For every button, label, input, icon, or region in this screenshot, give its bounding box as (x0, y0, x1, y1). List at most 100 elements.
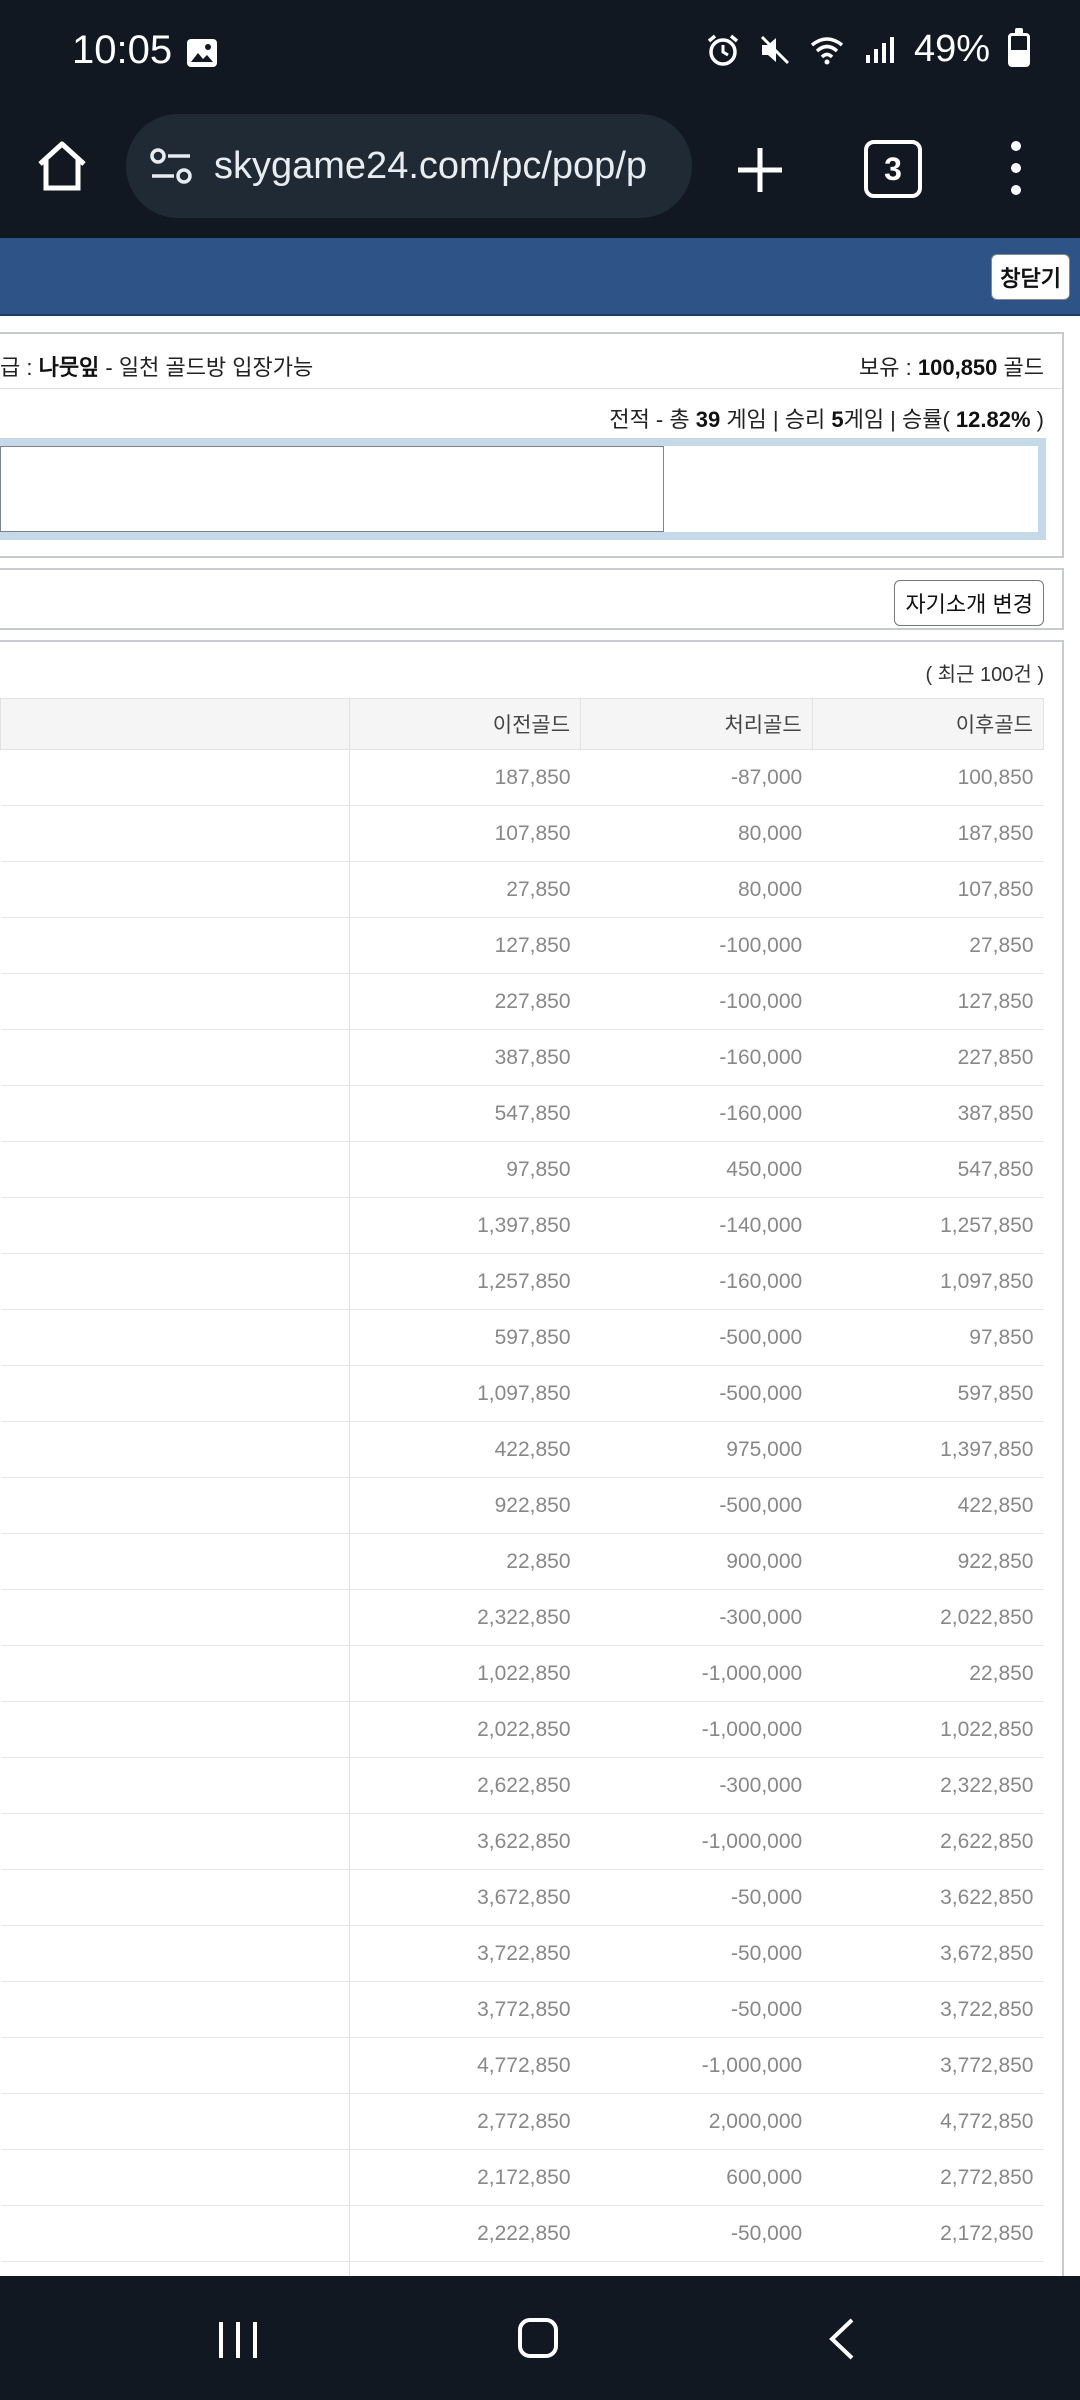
col-header-after-gold: 이후골드 (811, 698, 1045, 750)
cell-prev-gold: 597,850 (349, 1309, 581, 1366)
record-end: ) (1030, 407, 1044, 432)
cell-change-gold: 2,000,000 (580, 2093, 813, 2150)
table-row: 227,850 -100,000 127,850 (0, 973, 1044, 1030)
cell-prev-gold: 2,222,850 (349, 2205, 581, 2262)
popup-header: 창닫기 (0, 238, 1080, 316)
cell-prev-gold: 3,772,850 (349, 1981, 581, 2038)
recent-apps-icon[interactable] (215, 2320, 261, 2360)
table-row: 187,850 -87,000 100,850 (0, 749, 1044, 806)
cell-change-gold: -500,000 (580, 1309, 813, 1366)
close-window-button[interactable]: 창닫기 (991, 254, 1070, 300)
cell-after-gold: 2,172,850 (812, 2205, 1044, 2262)
cell-hidden (0, 1253, 350, 1310)
status-bar: 10:05 49% (0, 0, 1080, 110)
cell-prev-gold: 3,722,850 (349, 1925, 581, 1982)
cell-change-gold: -100,000 (580, 917, 813, 974)
cell-prev-gold: 547,850 (349, 1085, 581, 1142)
table-row: 1,097,850 -500,000 597,850 (0, 1365, 1044, 1422)
grade-name: 나뭇잎 (38, 355, 100, 380)
table-row: 3,622,850 -1,000,000 2,622,850 (0, 1813, 1044, 1870)
cell-change-gold: -1,000,000 (580, 1813, 813, 1870)
table-row: 547,850 -160,000 387,850 (0, 1085, 1044, 1142)
cell-hidden (0, 1981, 350, 2038)
url-text[interactable]: skygame24.com/pc/pop/p (214, 145, 647, 188)
table-row: 3,722,850 -50,000 3,672,850 (0, 1925, 1044, 1982)
back-icon[interactable] (826, 2316, 856, 2362)
cell-change-gold: -1,000,000 (580, 2037, 813, 2094)
cell-change-gold: -500,000 (580, 1365, 813, 1422)
system-nav-bar (0, 2276, 1080, 2400)
cell-hidden (0, 861, 350, 918)
cell-prev-gold: 1,022,850 (349, 1645, 581, 1702)
browser-toolbar: skygame24.com/pc/pop/p 3 (0, 110, 1080, 238)
cell-prev-gold: 922,850 (349, 1477, 581, 1534)
table-row: 22,850 900,000 922,850 (0, 1533, 1044, 1590)
cell-hidden (0, 1365, 350, 1422)
table-row: 3,772,850 -50,000 3,722,850 (0, 1981, 1044, 2038)
cell-change-gold: -50,000 (580, 2205, 813, 2262)
cell-after-gold: 3,672,850 (812, 1925, 1044, 1982)
image-icon (187, 39, 217, 67)
record-label: 전적 - 총 (609, 407, 696, 432)
tab-switcher-button[interactable]: 3 (864, 140, 922, 198)
cell-change-gold: -87,000 (580, 749, 813, 806)
cell-change-gold: -500,000 (580, 1477, 813, 1534)
table-row: 597,850 -500,000 97,850 (0, 1309, 1044, 1366)
cell-after-gold: 2,622,850 (812, 1813, 1044, 1870)
record-mid2: 게임 | 승률( (843, 407, 956, 432)
home-icon[interactable] (34, 138, 90, 194)
holdings-info: 보유 : 100,850 골드 (859, 350, 1044, 382)
table-row: 422,850 975,000 1,397,850 (0, 1421, 1044, 1478)
cell-change-gold: -160,000 (580, 1085, 813, 1142)
cell-change-gold: -100,000 (580, 973, 813, 1030)
cell-hidden (0, 1869, 350, 1926)
cell-after-gold: 227,850 (812, 1029, 1044, 1086)
record-rate: 12.82% (955, 407, 1031, 432)
table-row: 4,772,850 -1,000,000 3,772,850 (0, 2037, 1044, 2094)
change-intro-button[interactable]: 자기소개 변경 (894, 580, 1044, 626)
address-bar[interactable]: skygame24.com/pc/pop/p (126, 114, 692, 218)
cell-after-gold: 2,022,850 (812, 1589, 1044, 1646)
col-header-0 (0, 698, 350, 750)
cell-prev-gold: 1,397,850 (349, 1197, 581, 1254)
cell-prev-gold: 127,850 (349, 917, 581, 974)
cell-after-gold: 100,850 (812, 749, 1044, 806)
table-row: 1,397,850 -140,000 1,257,850 (0, 1197, 1044, 1254)
cell-prev-gold: 2,022,850 (349, 1701, 581, 1758)
cell-change-gold: -50,000 (580, 1869, 813, 1926)
cell-hidden (0, 2149, 350, 2206)
more-vert-icon[interactable] (1006, 138, 1026, 198)
table-row: 3,672,850 -50,000 3,622,850 (0, 1869, 1044, 1926)
cell-hidden (0, 1925, 350, 1982)
gold-history-panel: ( 최근 100건 ) 이전골드 처리골드 이후골드 187,850 -87,00… (0, 640, 1064, 2290)
table-row: 2,622,850 -300,000 2,322,850 (0, 1757, 1044, 1814)
cell-hidden (0, 1533, 350, 1590)
cell-after-gold: 3,772,850 (812, 2037, 1044, 2094)
cell-hidden (0, 1701, 350, 1758)
cell-change-gold: -140,000 (580, 1197, 813, 1254)
table-row: 387,850 -160,000 227,850 (0, 1029, 1044, 1086)
cell-prev-gold: 1,257,850 (349, 1253, 581, 1310)
cell-after-gold: 127,850 (812, 973, 1044, 1030)
home-icon[interactable] (518, 2318, 558, 2358)
grade-row: 급 : 나뭇잎 - 일천 골드방 입장가능 보유 : 100,850 골드 (0, 350, 1044, 390)
cell-change-gold: -160,000 (580, 1253, 813, 1310)
intro-textbox[interactable] (0, 446, 664, 532)
table-row: 2,022,850 -1,000,000 1,022,850 (0, 1701, 1044, 1758)
cell-prev-gold: 3,622,850 (349, 1813, 581, 1870)
signal-icon (865, 36, 894, 63)
grade-desc: - 일천 골드방 입장가능 (99, 355, 314, 380)
cell-prev-gold: 2,172,850 (349, 2149, 581, 2206)
cell-prev-gold: 387,850 (349, 1029, 581, 1086)
cell-hidden (0, 973, 350, 1030)
cell-prev-gold: 4,772,850 (349, 2037, 581, 2094)
cell-after-gold: 27,850 (812, 917, 1044, 974)
user-info-panel: 급 : 나뭇잎 - 일천 골드방 입장가능 보유 : 100,850 골드 전적… (0, 332, 1064, 558)
cell-change-gold: -1,000,000 (580, 1701, 813, 1758)
plus-icon[interactable] (732, 142, 788, 198)
cell-hidden (0, 1421, 350, 1478)
record-total: 39 (695, 407, 721, 432)
site-settings-icon[interactable] (148, 146, 194, 186)
alarm-icon (707, 34, 739, 66)
cell-hidden (0, 749, 350, 806)
